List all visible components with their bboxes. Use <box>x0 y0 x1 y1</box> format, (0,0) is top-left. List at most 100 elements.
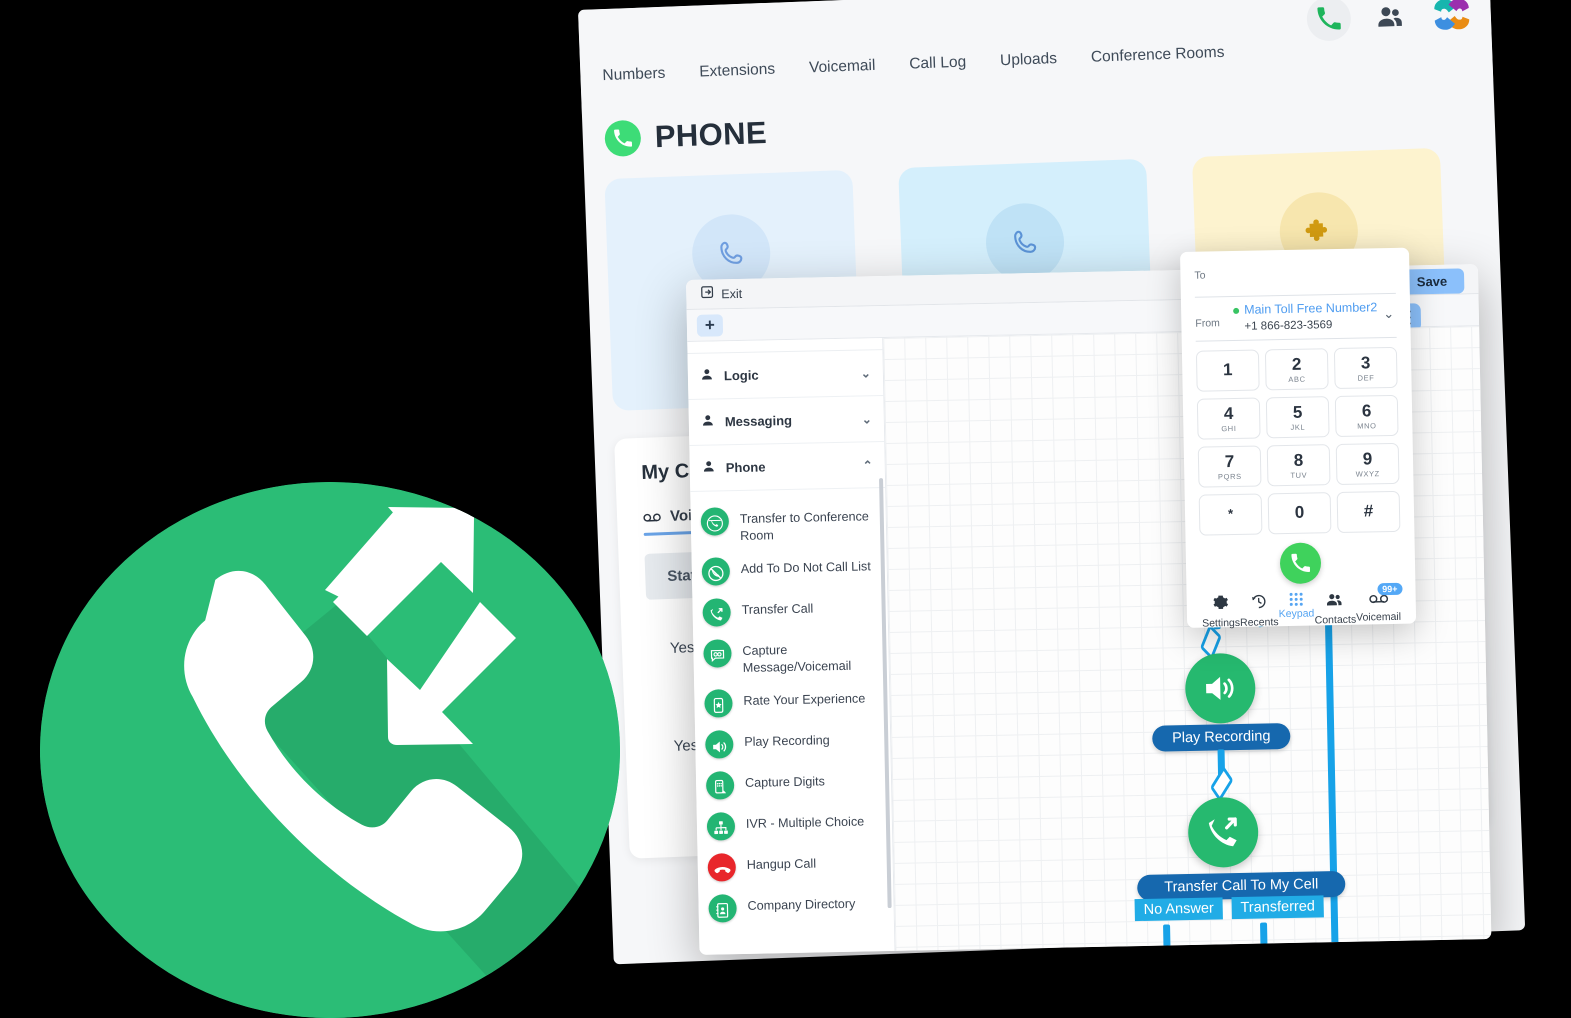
dial-key-letters: TUV <box>1290 470 1308 480</box>
dialer-panel: To From Main Toll Free Number2 +1 866-82… <box>1180 247 1417 630</box>
do-not-call-icon <box>701 557 731 586</box>
palette-item-label: Hangup Call <box>746 856 817 872</box>
dial-key-digit: 9 <box>1362 448 1373 469</box>
dialer-to-row[interactable]: To <box>1194 259 1396 298</box>
ivr-tree-icon <box>706 812 736 841</box>
dial-key-hash[interactable]: # <box>1336 490 1401 534</box>
palette-item-add-to-do-not-call-list[interactable]: Add To Do Not Call List <box>691 548 887 593</box>
flow-edge <box>1260 922 1268 951</box>
palette-item-ivr-multiple-choice[interactable]: IVR - Multiple Choice <box>697 803 893 848</box>
palette-item-capture-message-voicemail[interactable]: Capture Message/Voicemail <box>693 630 889 684</box>
capture-digits-icon <box>705 771 735 800</box>
dial-key-5[interactable]: 5 JKL <box>1265 396 1330 439</box>
rate-experience-icon <box>704 689 733 718</box>
flow-node-play-recording-icon[interactable] <box>1184 652 1256 725</box>
nav-item-voicemail[interactable]: Voicemail <box>809 57 876 77</box>
dial-key-4[interactable]: 4 GHI <box>1196 397 1261 440</box>
palette-group-messaging[interactable]: Messaging ⌄ <box>688 396 885 446</box>
dial-key-7[interactable]: 7 PQRS <box>1197 445 1262 488</box>
palette-item-label: Transfer Call <box>741 601 814 617</box>
top-icon-bar <box>1306 0 1476 43</box>
contacts-icon[interactable] <box>1372 0 1407 34</box>
chevron-down-icon[interactable]: ⌄ <box>861 366 871 380</box>
dial-key-8[interactable]: 8 TUV <box>1266 444 1331 487</box>
dialpad: 1 2 ABC 3 DEF 4 GHI 5 JKL 6 MNO 7 PQRS 8 TUV 9W… <box>1195 346 1401 536</box>
palette-item-transfer-call[interactable]: Transfer Call <box>692 589 888 634</box>
dial-key-9[interactable]: 9 WXYZ <box>1335 442 1400 486</box>
dial-key-letters: JKL <box>1290 422 1306 432</box>
person-icon <box>702 459 716 476</box>
brand-logo-icon[interactable] <box>1428 0 1476 38</box>
directory-icon <box>708 894 737 923</box>
dialer-nav-settings[interactable]: Settings <box>1202 594 1240 630</box>
palette-item-label: Transfer to Conference Room <box>739 509 869 543</box>
flow-node-transfer-call-icon[interactable] <box>1187 796 1259 869</box>
dial-key-0[interactable]: 0 <box>1267 492 1332 535</box>
palette-item-label: Capture Message/Voicemail <box>742 643 852 675</box>
palette-item-company-directory[interactable]: Company Directory <box>698 885 894 930</box>
palette-group-phone[interactable]: Phone ⌃ <box>689 442 886 492</box>
palette-item-label: Rate Your Experience <box>743 691 866 708</box>
dial-key-digit: 5 <box>1292 402 1303 422</box>
dial-key-6[interactable]: 6 MNO <box>1334 394 1399 438</box>
exit-icon[interactable] <box>700 284 715 304</box>
dial-key-letters: WXYZ <box>1355 468 1380 479</box>
node-palette: Logic ⌄ Messaging ⌄ Phone ⌃ Transfer to … <box>687 338 896 955</box>
page-title: PHONE <box>604 115 768 158</box>
dial-key-digit: 6 <box>1361 400 1372 421</box>
palette-group-label: Phone <box>725 459 766 476</box>
dial-key-2[interactable]: 2 ABC <box>1264 348 1329 391</box>
flow-branch-label[interactable]: Transferred <box>1231 895 1324 920</box>
contacts-icon <box>1326 592 1344 612</box>
dialer-from-row[interactable]: From Main Toll Free Number2 +1 866-823-3… <box>1194 293 1397 342</box>
conference-transfer-icon <box>700 507 730 536</box>
nav-item-conference-rooms[interactable]: Conference Rooms <box>1091 44 1225 67</box>
chevron-up-icon[interactable]: ⌃ <box>863 458 873 472</box>
palette-item-transfer-to-conference-room[interactable]: Transfer to Conference Room <box>690 498 886 552</box>
dialer-nav-recents[interactable]: Recents <box>1240 593 1279 629</box>
nav-item-call-log[interactable]: Call Log <box>909 53 967 73</box>
voicemail-icon <box>643 512 661 522</box>
dial-key-letters: ABC <box>1288 374 1306 384</box>
dial-key-letters: PQRS <box>1217 471 1242 481</box>
palette-item-rate-your-experience[interactable]: Rate Your Experience <box>694 680 890 725</box>
dial-key-star[interactable]: * <box>1198 493 1263 536</box>
dial-key-digit: 2 <box>1291 354 1302 374</box>
flow-node-label[interactable]: Play Recording <box>1152 722 1291 752</box>
exit-label[interactable]: Exit <box>721 286 742 300</box>
nav-item-extensions[interactable]: Extensions <box>699 61 775 82</box>
gear-icon <box>1213 594 1229 615</box>
dialer-nav-label: Contacts <box>1314 613 1357 627</box>
phone-icon[interactable] <box>1306 0 1352 42</box>
palette-item-hangup-call[interactable]: Hangup Call <box>697 844 893 889</box>
dialer-to-label: To <box>1194 269 1206 282</box>
person-icon <box>700 367 714 384</box>
dial-key-digit: 8 <box>1293 450 1304 470</box>
dial-key-3[interactable]: 3 DEF <box>1333 346 1398 390</box>
chevron-down-icon[interactable]: ⌄ <box>1383 306 1394 322</box>
dialer-nav-voicemail[interactable]: 99+ Voicemail <box>1356 582 1403 627</box>
nav-item-numbers[interactable]: Numbers <box>602 65 666 85</box>
dialer-from-label: From <box>1195 317 1220 330</box>
transfer-call-icon <box>702 598 731 627</box>
online-status-dot <box>1233 307 1240 314</box>
palette-item-play-recording[interactable]: Play Recording <box>695 721 891 766</box>
page-title-text: PHONE <box>654 115 768 155</box>
nav-item-uploads[interactable]: Uploads <box>1000 50 1058 70</box>
dial-key-digit: # <box>1363 501 1374 521</box>
chevron-down-icon[interactable]: ⌄ <box>862 412 872 426</box>
add-node-button[interactable]: + <box>696 313 724 337</box>
hangup-icon <box>707 853 737 882</box>
dialer-nav-keypad[interactable]: Keypad <box>1278 592 1315 628</box>
dial-key-1[interactable]: 1 <box>1195 349 1260 392</box>
dialer-from-value: Main Toll Free Number2 +1 866-823-3569 <box>1233 298 1378 333</box>
call-button-icon[interactable] <box>1279 542 1322 585</box>
phone-handset-icon <box>984 201 1066 283</box>
flow-branch-label[interactable]: No Answer <box>1134 897 1223 922</box>
dial-key-letters: GHI <box>1221 423 1237 433</box>
palette-item-label: Add To Do Not Call List <box>740 559 871 576</box>
palette-item-capture-digits[interactable]: Capture Digits <box>696 762 892 807</box>
dialer-nav-contacts[interactable]: Contacts <box>1314 592 1356 628</box>
palette-group-logic[interactable]: Logic ⌄ <box>687 350 884 400</box>
palette-item-list: Transfer to Conference Room Add To Do No… <box>690 488 894 930</box>
